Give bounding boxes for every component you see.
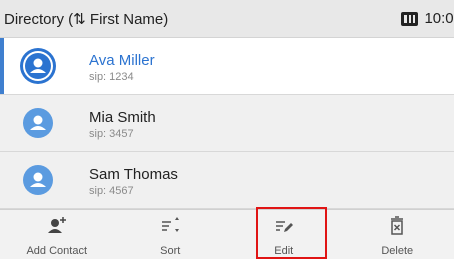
sort-icon <box>162 217 180 232</box>
contact-avatar-icon <box>23 51 53 81</box>
clock-time: 10:05 <box>424 10 454 27</box>
delete-label: Delete <box>381 245 414 257</box>
calendar-icon <box>401 11 419 26</box>
edit-icon <box>275 221 293 232</box>
contact-sip: sip: 4567 <box>89 185 134 197</box>
contact-avatar-icon <box>23 165 53 195</box>
add-contact-icon <box>47 217 66 233</box>
sort-button[interactable]: Sort <box>114 210 228 259</box>
page-title: Directory (⇅ First Name) <box>4 11 169 28</box>
softkey-bar: Add Contact Sort Edit Delete <box>0 209 454 259</box>
status-clock: 10:05 <box>401 10 454 27</box>
contact-name: Ava Miller <box>89 52 155 69</box>
edit-button[interactable]: Edit <box>227 210 341 259</box>
contact-sip: sip: 3457 <box>89 128 134 140</box>
contact-row[interactable]: Sam Thomas sip: 4567 <box>0 152 454 209</box>
contact-name: Mia Smith <box>89 109 156 126</box>
contact-sip: sip: 1234 <box>89 71 134 83</box>
sort-label: Sort <box>160 245 181 257</box>
add-contact-button[interactable]: Add Contact <box>0 210 114 259</box>
contact-avatar-icon <box>23 108 53 138</box>
delete-icon <box>391 216 404 235</box>
edit-label: Edit <box>274 245 294 257</box>
contact-row[interactable]: Mia Smith sip: 3457 <box>0 95 454 152</box>
title-bar: Directory (⇅ First Name) 10:05 <box>0 0 454 38</box>
add-contact-label: Add Contact <box>26 245 88 257</box>
delete-button[interactable]: Delete <box>341 210 454 259</box>
contact-row[interactable]: Ava Miller sip: 1234 <box>0 38 454 95</box>
contact-list: Ava Miller sip: 1234 Mia Smith sip: 3457… <box>0 38 454 209</box>
contact-name: Sam Thomas <box>89 166 178 183</box>
